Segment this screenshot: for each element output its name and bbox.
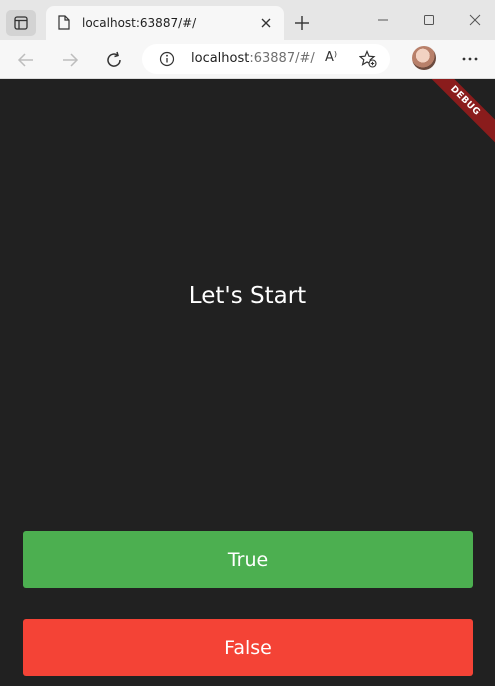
tab-strip: localhost:63887/#/ — [0, 0, 495, 40]
maximize-button[interactable] — [418, 9, 440, 31]
tab-title: localhost:63887/#/ — [82, 16, 197, 30]
read-aloud-icon[interactable]: A⁾ — [325, 50, 337, 65]
info-icon[interactable] — [159, 51, 175, 67]
new-tab-button[interactable] — [291, 12, 313, 34]
tab-actions-button[interactable] — [6, 10, 36, 36]
back-button[interactable] — [13, 47, 39, 73]
question-text: Let's Start — [188, 283, 307, 309]
arrow-left-icon — [17, 53, 33, 67]
refresh-icon — [107, 51, 121, 67]
browser-toolbar: localhost:63887/#/ A⁾ — [0, 40, 495, 79]
forward-button[interactable] — [57, 47, 83, 73]
refresh-button[interactable] — [101, 47, 127, 73]
close-icon — [469, 14, 481, 26]
tab-close-button[interactable] — [256, 13, 276, 33]
plus-icon — [295, 16, 309, 30]
more-icon — [462, 57, 478, 61]
arrow-right-icon — [63, 53, 79, 67]
url-text[interactable]: localhost:63887/#/ — [191, 51, 315, 66]
close-icon — [261, 18, 271, 28]
page-icon — [58, 15, 70, 30]
add-favorite-icon[interactable] — [359, 50, 377, 68]
url-path: :63887/#/ — [249, 51, 315, 66]
profile-avatar[interactable] — [412, 46, 436, 70]
tab-actions-icon — [14, 16, 28, 30]
false-button[interactable]: False — [23, 619, 473, 676]
app-viewport: Let's Start True False DEBUG — [0, 79, 495, 686]
minimize-button[interactable] — [372, 9, 394, 31]
window-close-button[interactable] — [464, 9, 486, 31]
true-button[interactable]: True — [23, 531, 473, 588]
debug-banner: DEBUG — [416, 79, 495, 150]
address-bar[interactable]: localhost:63887/#/ A⁾ — [142, 44, 390, 74]
minimize-icon — [378, 19, 388, 21]
url-host: localhost — [191, 51, 250, 66]
browser-tab[interactable]: localhost:63887/#/ — [46, 6, 284, 40]
maximize-icon — [424, 15, 434, 25]
more-options-button[interactable] — [456, 45, 484, 73]
